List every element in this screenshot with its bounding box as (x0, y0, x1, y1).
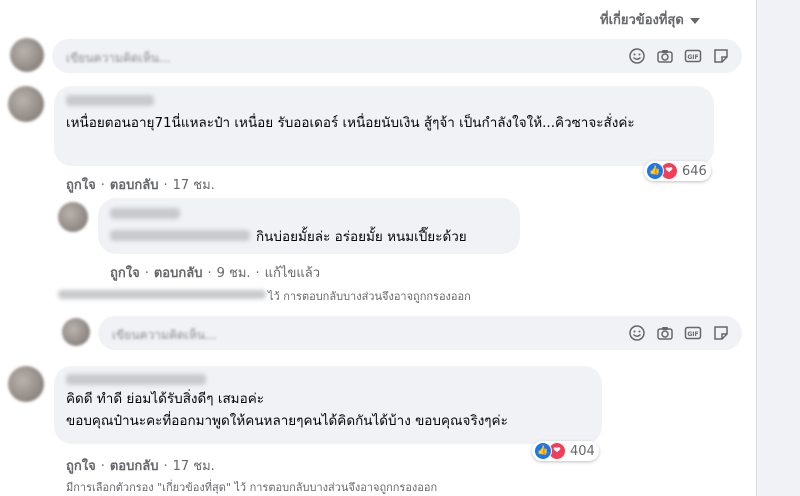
filter-note: ไว้ การตอบกลับบางส่วนจึงอาจถูกกรองออก (268, 290, 471, 303)
reply-input[interactable]: เขียนความคิดเห็น... GIF (98, 316, 742, 350)
camera-icon[interactable] (656, 324, 674, 342)
reaction-summary[interactable]: 👍 ❤ 404 (532, 441, 599, 461)
composer-icons: GIF (628, 324, 730, 342)
dot-separator: · (207, 266, 212, 281)
timestamp[interactable]: 9 ชม. (217, 266, 251, 281)
gif-icon[interactable]: GIF (684, 324, 702, 342)
filter-note: มีการเลือกตัวกรอง "เกี่ยวข้องที่สุด" ไว้… (66, 481, 438, 494)
dot-separator: · (144, 266, 149, 281)
sticker-icon[interactable] (712, 324, 730, 342)
comment-text: คิดดี ทำดี ย่อมได้รับสิ่งดีๆ เสมอค่ะ (66, 391, 264, 407)
comment-text: เหนื่อยตอนอายุ71นี่แหละป๋า เหนื่อย รับออ… (66, 115, 635, 131)
reaction-summary[interactable]: 👍 ❤ 646 (644, 161, 711, 181)
svg-text:GIF: GIF (687, 54, 698, 61)
avatar (8, 86, 44, 122)
comment-actions: ถูกใจ · ตอบกลับ · 17 ชม. (66, 455, 215, 476)
comment-text: กินบ่อยมั้ยล่ะ อร่อยมั้ย หนมเปี๊ยะด้วย (256, 229, 467, 245)
like-reaction-icon: 👍 (534, 442, 552, 460)
reaction-count: 404 (570, 443, 595, 459)
chevron-down-icon (689, 17, 700, 24)
comment-placeholder: เขียนความคิดเห็น... (66, 51, 171, 65)
gif-icon[interactable]: GIF (684, 47, 702, 65)
dot-separator: · (100, 459, 105, 474)
reply-button[interactable]: ตอบกลับ (154, 266, 203, 281)
like-button[interactable]: ถูกใจ (110, 266, 140, 281)
comment-input[interactable]: เขียนความคิดเห็น... GIF (52, 39, 742, 73)
dot-separator: · (255, 266, 260, 281)
emoji-icon[interactable] (628, 47, 646, 65)
comment-bubble: เหนื่อยตอนอายุ71นี่แหละป๋า เหนื่อย รับออ… (54, 86, 714, 166)
author-name[interactable] (110, 208, 180, 219)
comment-bubble: คิดดี ทำดี ย่อมได้รับสิ่งดีๆ เสมอค่ะ ขอบ… (54, 366, 602, 444)
like-button[interactable]: ถูกใจ (66, 459, 96, 474)
timestamp[interactable]: 17 ชม. (173, 459, 215, 474)
comment-bubble: กินบ่อยมั้ยล่ะ อร่อยมั้ย หนมเปี๊ยะด้วย (98, 198, 520, 254)
sort-label: ที่เกี่ยวข้องที่สุด (600, 13, 684, 28)
blurred-text (58, 290, 266, 299)
avatar (62, 318, 90, 346)
avatar (8, 366, 44, 402)
avatar (10, 38, 44, 72)
timestamp[interactable]: 17 ชม. (173, 178, 215, 193)
avatar (58, 202, 88, 232)
comment-actions: ถูกใจ · ตอบกลับ · 17 ชม. (66, 174, 215, 195)
like-button[interactable]: ถูกใจ (66, 178, 96, 193)
svg-text:GIF: GIF (687, 331, 698, 338)
sort-dropdown[interactable]: ที่เกี่ยวข้องที่สุด (600, 9, 700, 30)
like-reaction-icon: 👍 (646, 162, 664, 180)
reply-button[interactable]: ตอบกลับ (110, 178, 159, 193)
comment-text: ขอบคุณป๋านะคะที่ออกมาพูดให้คนหลายๆคนได้ค… (66, 413, 508, 429)
dot-separator: · (163, 459, 168, 474)
dot-separator: · (163, 178, 168, 193)
composer-icons: GIF (628, 47, 730, 65)
comment-placeholder: เขียนความคิดเห็น... (112, 328, 217, 342)
author-name[interactable] (66, 95, 154, 106)
author-name[interactable] (66, 374, 206, 385)
dot-separator: · (100, 178, 105, 193)
reaction-count: 646 (682, 163, 707, 179)
right-rail (756, 0, 800, 496)
edited-label: แก้ไขแล้ว (264, 266, 320, 281)
reply-button[interactable]: ตอบกลับ (110, 459, 159, 474)
blurred-text (110, 230, 250, 241)
sticker-icon[interactable] (712, 47, 730, 65)
emoji-icon[interactable] (628, 324, 646, 342)
comment-actions: ถูกใจ · ตอบกลับ · 9 ชม. · แก้ไขแล้ว (110, 262, 320, 283)
camera-icon[interactable] (656, 47, 674, 65)
